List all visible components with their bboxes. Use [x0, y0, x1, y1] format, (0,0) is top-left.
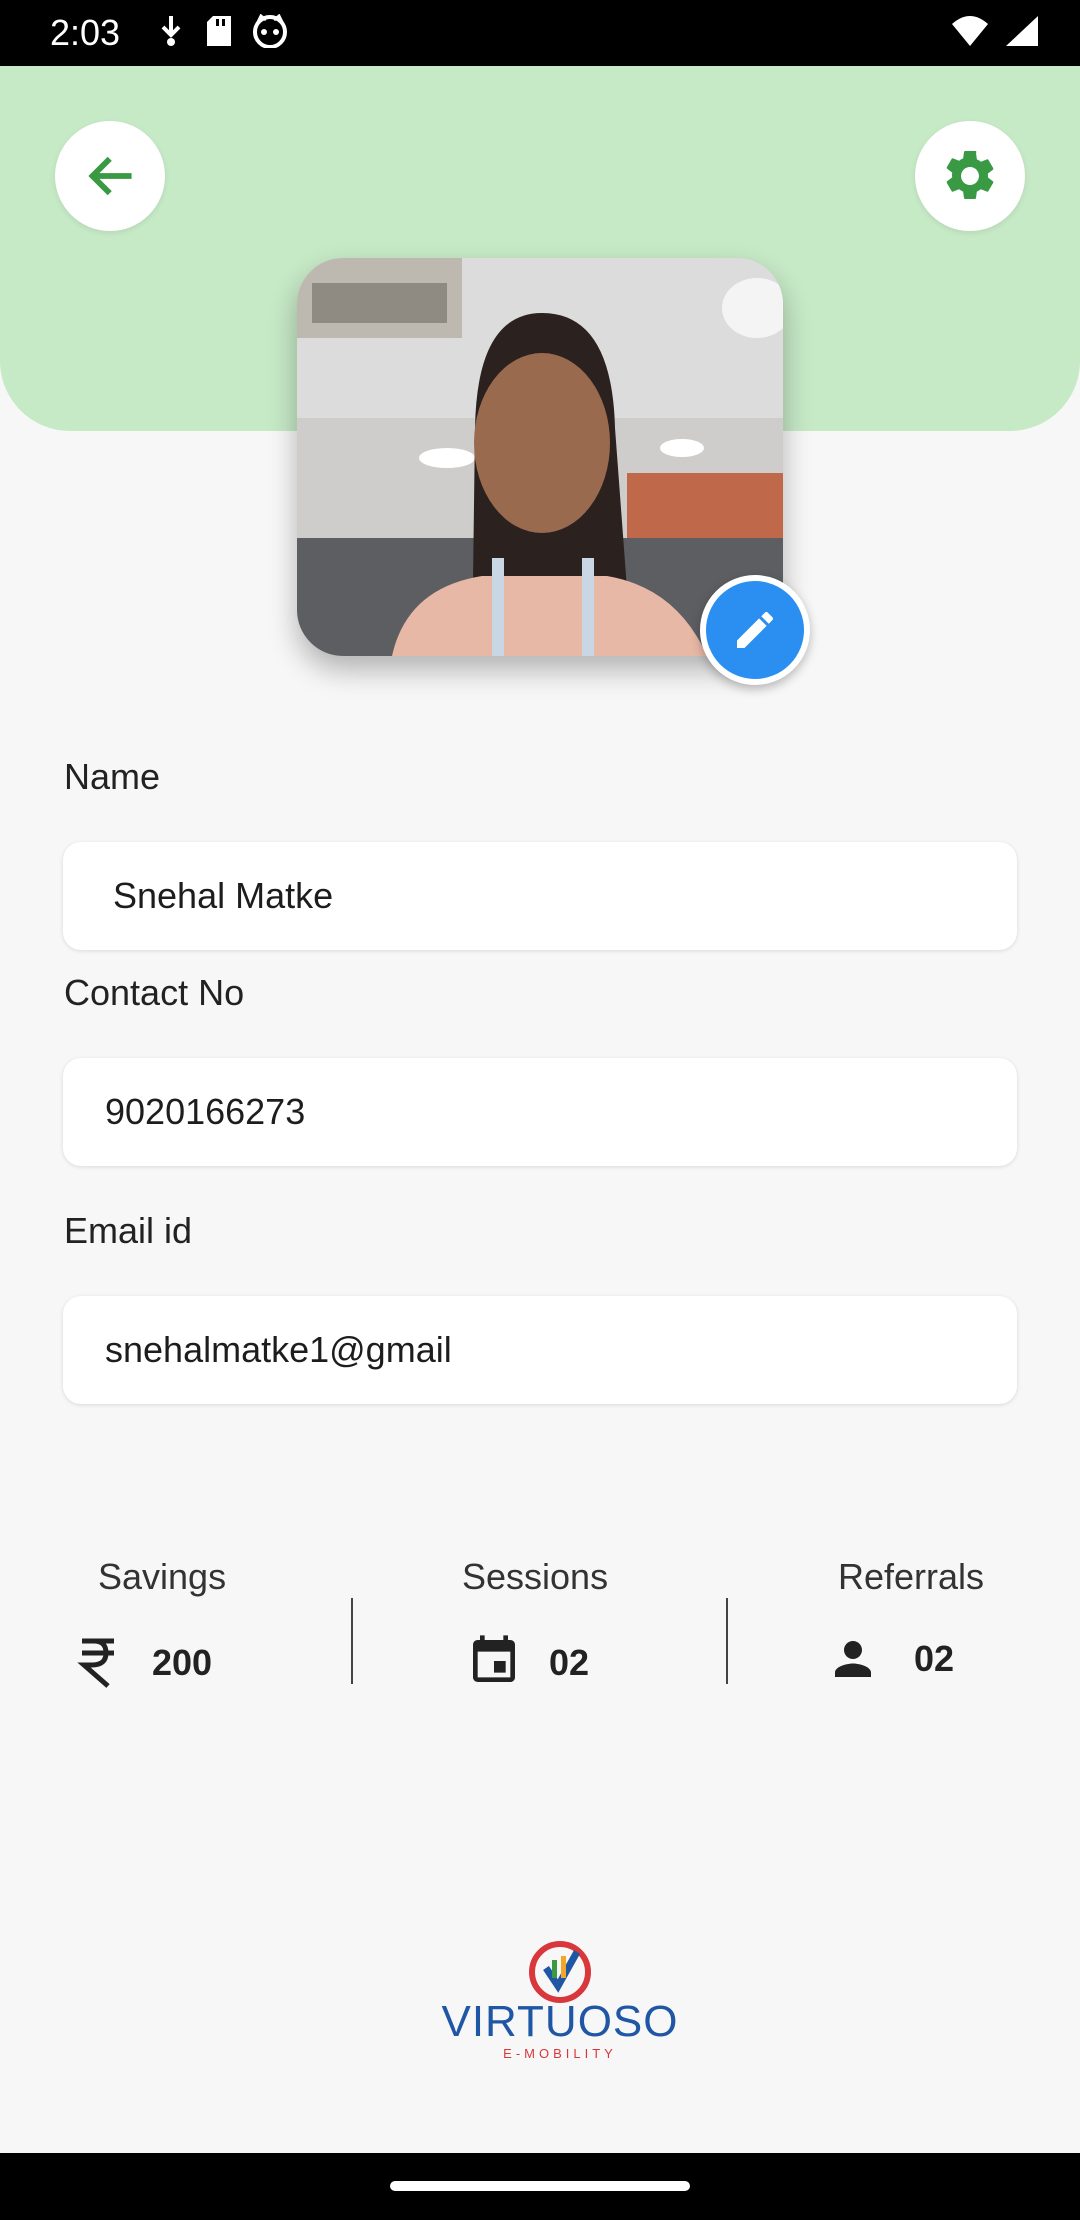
virtuoso-logo-graphic: VIRTUOSO E-MOBILITY — [441, 1941, 678, 2061]
status-notification-icons — [156, 14, 288, 48]
status-time: 2:03 — [50, 12, 121, 53]
rupee-icon — [77, 1638, 114, 1688]
contact-label: Contact No — [64, 972, 245, 1013]
logo-brand-text: VIRTUOSO — [441, 1997, 678, 2046]
wifi-icon — [952, 16, 988, 46]
sessions-title: Sessions — [462, 1556, 609, 1597]
referrals-title: Referrals — [838, 1556, 985, 1597]
virtuoso-logo: VIRTUOSO E-MOBILITY — [425, 1940, 695, 2065]
status-bar: 2:03 — [0, 0, 1080, 66]
savings-value: 200 — [152, 1642, 213, 1683]
referrals-value: 02 — [914, 1638, 955, 1679]
arrow-back-icon — [88, 156, 132, 196]
pencil-icon — [737, 611, 774, 648]
sd-card-icon — [207, 16, 231, 46]
logo-tagline-text: E-MOBILITY — [503, 2046, 617, 2061]
name-label: Name — [64, 756, 161, 797]
email-input[interactable] — [63, 1296, 1017, 1404]
status-system-icons — [950, 14, 1040, 48]
contact-input[interactable] — [63, 1058, 1017, 1166]
download-icon — [161, 16, 181, 46]
person-icon — [835, 1641, 871, 1677]
sessions-value: 02 — [549, 1642, 590, 1683]
email-field[interactable] — [63, 1296, 1017, 1404]
savings-title: Savings — [98, 1556, 227, 1597]
home-gesture-handle[interactable] — [390, 2181, 690, 2191]
signal-icon — [1006, 16, 1038, 46]
email-label: Email id — [64, 1210, 193, 1251]
calendar-icon — [473, 1635, 515, 1682]
stats-divider-1 — [351, 1598, 353, 1684]
name-field[interactable] — [63, 842, 1017, 950]
name-input[interactable] — [63, 842, 1017, 950]
contact-field[interactable] — [63, 1058, 1017, 1166]
settings-button[interactable] — [915, 121, 1025, 231]
gear-icon — [946, 150, 994, 199]
stats-divider-2 — [726, 1598, 728, 1684]
edit-photo-button[interactable] — [700, 575, 810, 685]
cat-face-icon — [253, 14, 287, 48]
back-button[interactable] — [55, 121, 165, 231]
